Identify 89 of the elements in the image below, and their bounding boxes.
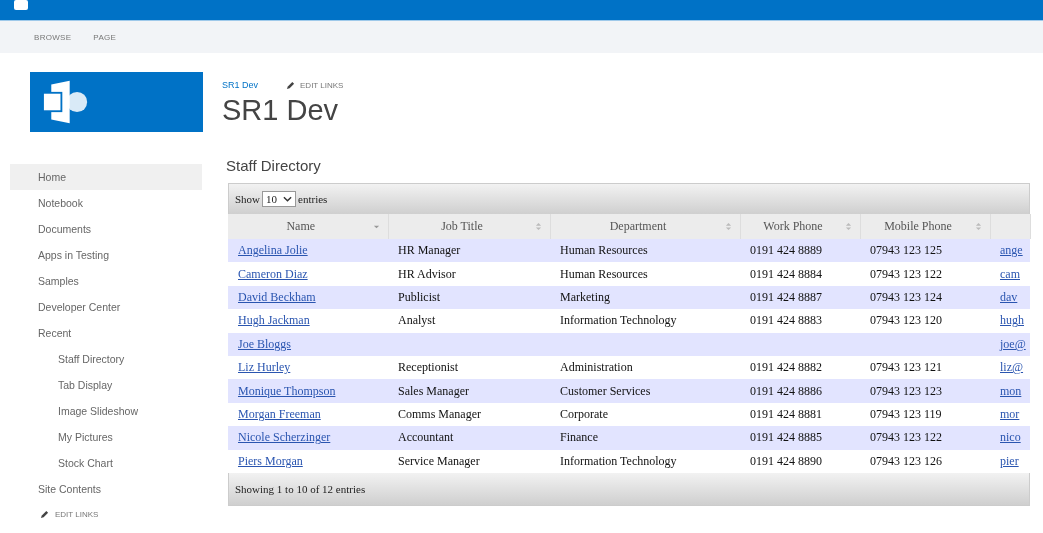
table-cell: Information Technology: [560, 453, 677, 468]
pencil-icon: [286, 80, 295, 90]
email-link[interactable]: nico: [1000, 430, 1021, 445]
email-link[interactable]: pier: [1000, 453, 1019, 468]
nav-link[interactable]: Developer Center: [10, 294, 202, 320]
ribbon-tab[interactable]: PAGE: [93, 32, 117, 42]
nav-link[interactable]: Stock Chart: [10, 450, 202, 476]
pencil-icon: [40, 510, 49, 519]
table-cell: 0191 424 8881: [750, 406, 822, 421]
name-link[interactable]: Hugh Jackman: [238, 313, 310, 328]
nav-link[interactable]: Documents: [10, 216, 202, 242]
column-header[interactable]: Mobile Phone: [860, 214, 990, 239]
name-link[interactable]: Piers Morgan: [238, 453, 303, 468]
column-header[interactable]: Job Title: [388, 214, 550, 239]
email-link[interactable]: ange: [1000, 243, 1023, 258]
column-header[interactable]: Work Phone: [740, 214, 860, 239]
email-link[interactable]: hugh: [1000, 313, 1024, 328]
nav-link[interactable]: Recent: [10, 320, 202, 346]
name-link[interactable]: Angelina Jolie: [238, 243, 308, 258]
nav-link[interactable]: Home: [10, 164, 202, 190]
email-link[interactable]: cam: [1000, 266, 1020, 281]
name-link[interactable]: Cameron Diaz: [238, 266, 308, 281]
table-cell: Receptionist: [398, 360, 458, 375]
ribbon-tab[interactable]: BROWSE: [34, 32, 72, 42]
table-cell: Publicist: [398, 289, 440, 304]
nav-link[interactable]: Staff Directory: [10, 346, 202, 372]
table-cell: Marketing: [560, 289, 610, 304]
email-link[interactable]: mon: [1000, 383, 1022, 398]
table-cell: 0191 424 8885: [750, 430, 822, 445]
breadcrumb-link[interactable]: SR1 Dev: [222, 80, 258, 90]
edit-links-link[interactable]: EDIT LINKS: [286, 80, 344, 90]
table-cell: 0191 424 8890: [750, 453, 822, 468]
nav-link[interactable]: Site Contents: [10, 476, 202, 502]
nav-link[interactable]: Apps in Testing: [10, 242, 202, 268]
column-header[interactable]: Name: [228, 214, 388, 239]
table-cell: Corporate: [560, 406, 608, 421]
table-cell: Analyst: [398, 313, 436, 328]
table-cell: 07943 123 126: [870, 453, 942, 468]
page-title: SR1 Dev: [222, 94, 340, 127]
length-label: entries: [298, 193, 328, 205]
table-cell: 0191 424 8889: [750, 243, 822, 258]
name-link[interactable]: David Beckham: [238, 289, 316, 304]
table-cell: HR Advisor: [398, 266, 456, 281]
table-cell: HR Manager: [398, 243, 461, 258]
table-cell: 07943 123 125: [870, 243, 942, 258]
name-link[interactable]: Monique Thompson: [238, 383, 336, 398]
edit-links-link[interactable]: EDIT LINKS: [10, 510, 99, 519]
nav-link[interactable]: Notebook: [10, 190, 202, 216]
email-link[interactable]: joe@: [1000, 336, 1026, 351]
nav-link[interactable]: Tab Display: [10, 372, 202, 398]
table-cell: 07943 123 122: [870, 430, 942, 445]
email-link[interactable]: liz@: [1000, 360, 1024, 375]
length-select[interactable]: 10: [262, 191, 297, 207]
table-cell: 0191 424 8883: [750, 313, 822, 328]
table-cell: 0191 424 8887: [750, 289, 822, 304]
name-link[interactable]: Liz Hurley: [238, 360, 291, 375]
email-link[interactable]: dav: [1000, 289, 1018, 304]
table-cell: 0191 424 8884: [750, 266, 822, 281]
name-link[interactable]: Joe Bloggs: [238, 336, 291, 351]
table-cell: Administration: [560, 360, 633, 375]
nav-link[interactable]: My Pictures: [10, 424, 202, 450]
nav-link[interactable]: Image Slideshow: [10, 398, 202, 424]
table-cell: Information Technology: [560, 313, 677, 328]
email-link[interactable]: mor: [1000, 406, 1020, 421]
table-cell: Comms Manager: [398, 406, 481, 421]
table-cell: Human Resources: [560, 266, 648, 281]
table-cell: 07943 123 121: [870, 360, 942, 375]
table-info: Showing 1 to 10 of 12 entries: [235, 482, 366, 495]
nav-link[interactable]: Samples: [10, 268, 202, 294]
table-cell: 0191 424 8882: [750, 360, 822, 375]
name-link[interactable]: Morgan Freeman: [238, 406, 321, 421]
length-label: Show: [235, 193, 261, 205]
table-cell: Sales Manager: [398, 383, 469, 398]
table-cell: 07943 123 119: [870, 406, 942, 421]
table-cell: 07943 123 124: [870, 289, 942, 304]
section-title: Staff Directory: [226, 157, 322, 174]
table-cell: 07943 123 120: [870, 313, 942, 328]
chevron-down-icon: [283, 196, 293, 202]
table-cell: Finance: [560, 430, 598, 445]
table-cell: Service Manager: [398, 453, 480, 468]
table-cell: Customer Services: [560, 383, 651, 398]
table-cell: Human Resources: [560, 243, 648, 258]
table-cell: 07943 123 122: [870, 266, 942, 281]
column-header[interactable]: Department: [550, 214, 740, 239]
name-link[interactable]: Nicole Scherzinger: [238, 430, 331, 445]
table-cell: 07943 123 123: [870, 383, 942, 398]
table-cell: 0191 424 8886: [750, 383, 822, 398]
site-logo[interactable]: [30, 72, 203, 132]
table-cell: Accountant: [398, 430, 454, 445]
